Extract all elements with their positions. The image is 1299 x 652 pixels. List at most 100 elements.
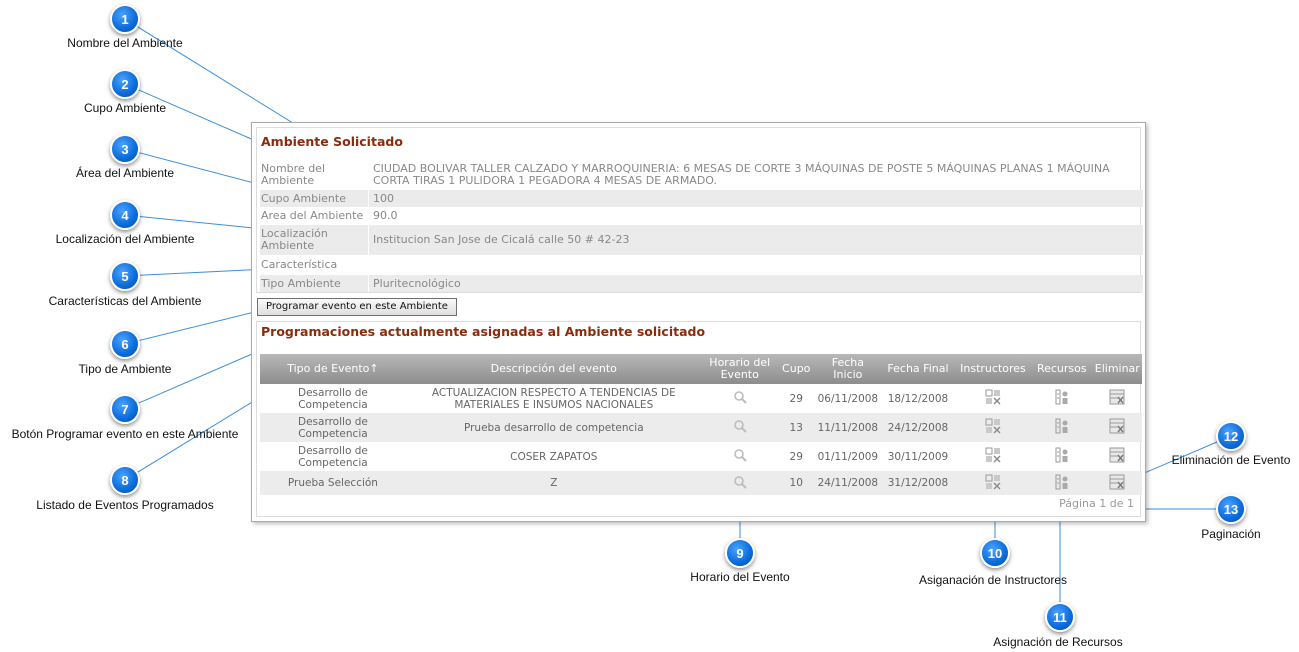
- cell-fecha-final: 18/12/2008: [887, 392, 949, 405]
- callout-12-label: Eliminación de Evento: [1171, 453, 1291, 467]
- callout-7-label: Botón Programar evento en este Ambiente: [11, 427, 239, 441]
- cell-horario: [702, 384, 778, 413]
- field-localizacion: Localización Ambiente Institucion San Jo…: [260, 225, 1143, 255]
- eventos-table: Tipo de Evento↑ Descripción del evento H…: [260, 354, 1142, 495]
- field-value: CIUDAD BOLIVAR TALLER CALZADO Y MARROQUI…: [368, 160, 1143, 190]
- cell-instructores: [954, 471, 1031, 495]
- field-value: [368, 255, 1143, 275]
- cell-fecha-inicio: 24/11/2008: [814, 471, 881, 495]
- magnifier-icon[interactable]: [733, 390, 747, 404]
- field-label: Tipo Ambiente: [261, 276, 341, 290]
- table-row: Desarrollo de Competencia ACTUALIZACION …: [260, 384, 1142, 413]
- cell-descripcion: COSER ZAPATOS: [510, 450, 598, 463]
- field-label: Nombre del Ambiente: [261, 162, 326, 187]
- callout-8-label: Listado de Eventos Programados: [36, 498, 214, 512]
- cell-cupo: 29: [789, 392, 803, 405]
- cell-eliminar: [1093, 442, 1142, 471]
- cell-eliminar: [1093, 384, 1142, 413]
- cell-instructores: [955, 384, 1031, 413]
- cell-horario: [701, 413, 778, 442]
- resources-icon[interactable]: [1054, 389, 1070, 405]
- col-tipo-evento[interactable]: Tipo de Evento↑: [260, 354, 406, 384]
- cell-fecha-inicio: 06/11/2008: [817, 392, 879, 405]
- callout-10: 10: [980, 538, 1010, 568]
- cell-fecha-final: 24/12/2008: [881, 413, 955, 442]
- cell-cupo: 29: [789, 450, 803, 463]
- cell-descripcion: ACTUALIZACION RESPECTO A TENDENCIAS DE M…: [431, 386, 676, 411]
- resources-icon[interactable]: [1054, 447, 1070, 463]
- col-eliminar[interactable]: Eliminar: [1092, 354, 1142, 384]
- field-caracteristica: Característica: [260, 255, 1143, 275]
- programaciones-title: Programaciones actualmente asignadas al …: [261, 324, 706, 339]
- callout-6-label: Tipo de Ambiente: [78, 362, 172, 376]
- col-cupo[interactable]: Cupo: [777, 354, 815, 384]
- cell-fecha-final: 31/12/2008: [881, 471, 955, 495]
- col-fecha-final[interactable]: Fecha Final: [881, 354, 955, 384]
- callout-9: 9: [725, 538, 755, 568]
- cell-horario: [702, 442, 778, 471]
- delete-event-icon[interactable]: [1109, 474, 1125, 490]
- field-value: 90.0: [368, 207, 1143, 225]
- magnifier-icon[interactable]: [733, 475, 747, 489]
- table-row: Desarrollo de Competencia COSER ZAPATOS …: [260, 442, 1142, 471]
- col-recursos[interactable]: Recursos: [1030, 354, 1093, 384]
- delete-event-icon[interactable]: [1109, 418, 1125, 434]
- col-horario[interactable]: Horario del Evento: [701, 354, 778, 384]
- cell-eliminar: [1092, 413, 1142, 442]
- callout-13-label: Paginación: [1201, 527, 1261, 541]
- col-descripcion[interactable]: Descripción del evento: [405, 354, 702, 384]
- cell-horario: [701, 471, 778, 495]
- resources-icon[interactable]: [1054, 474, 1070, 490]
- field-label: Localización Ambiente: [261, 227, 328, 252]
- cell-instructores: [954, 413, 1031, 442]
- callout-1-label: Nombre del Ambiente: [67, 36, 183, 50]
- table-row: Prueba Selección Z 10 24/11/2008 31/12/2…: [260, 471, 1142, 495]
- cell-tipo: Desarrollo de Competencia: [298, 386, 368, 411]
- cell-cupo: 13: [777, 413, 815, 442]
- delete-event-icon[interactable]: [1109, 389, 1125, 405]
- cell-fecha-inicio: 01/11/2009: [817, 450, 879, 463]
- callout-5-label: Características del Ambiente: [48, 294, 202, 308]
- field-label: Característica: [261, 258, 338, 271]
- cell-instructores: [955, 442, 1031, 471]
- cell-recursos: [1031, 384, 1093, 413]
- callout-4-label: Localización del Ambiente: [55, 232, 195, 246]
- field-area: Area del Ambiente 90.0: [260, 207, 1143, 225]
- magnifier-icon[interactable]: [733, 448, 747, 462]
- table-header: Tipo de Evento↑ Descripción del evento H…: [260, 354, 1142, 384]
- programar-evento-button[interactable]: Programar evento en este Ambiente: [257, 298, 457, 316]
- pagination[interactable]: Página 1 de 1: [1059, 497, 1134, 510]
- cell-descripcion: Prueba desarrollo de competencia: [405, 413, 702, 442]
- callout-10-label: Asiganación de Instructores: [918, 573, 1068, 587]
- cell-recursos: [1030, 471, 1093, 495]
- callout-8: 8: [110, 465, 140, 495]
- programaciones-box: Programaciones actualmente asignadas al …: [256, 321, 1142, 517]
- cell-tipo: Prueba Selección: [260, 471, 406, 495]
- ambiente-title: Ambiente Solicitado: [261, 134, 403, 149]
- callout-5: 5: [110, 261, 140, 291]
- field-cupo: Cupo Ambiente 100: [260, 190, 1143, 207]
- callout-2-label: Cupo Ambiente: [83, 101, 167, 115]
- instructors-icon[interactable]: [985, 418, 1001, 434]
- field-tipo: Tipo Ambiente Pluritecnológico: [260, 275, 1143, 292]
- callout-11-label: Asignación de Recursos: [993, 635, 1123, 649]
- table-row: Desarrollo de Competencia Prueba desarro…: [260, 413, 1142, 442]
- resources-icon[interactable]: [1054, 418, 1070, 434]
- instructors-icon[interactable]: [985, 447, 1001, 463]
- cell-recursos: [1031, 442, 1093, 471]
- cell-recursos: [1030, 413, 1093, 442]
- field-value: 100: [368, 190, 1143, 207]
- cell-descripcion: Z: [405, 471, 702, 495]
- cell-tipo: Desarrollo de Competencia: [260, 413, 406, 442]
- delete-event-icon[interactable]: [1109, 447, 1125, 463]
- field-value: Pluritecnológico: [368, 275, 1143, 292]
- cell-fecha-final: 30/11/2009: [887, 450, 949, 463]
- cell-tipo: Desarrollo de Competencia: [298, 444, 368, 469]
- col-instructores[interactable]: Instructores: [954, 354, 1031, 384]
- instructors-icon[interactable]: [985, 474, 1001, 490]
- magnifier-icon[interactable]: [733, 419, 747, 433]
- callout-6: 6: [110, 329, 140, 359]
- callout-1: 1: [110, 4, 140, 34]
- instructors-icon[interactable]: [985, 389, 1001, 405]
- col-fecha-inicio[interactable]: Fecha Inicio: [814, 354, 881, 384]
